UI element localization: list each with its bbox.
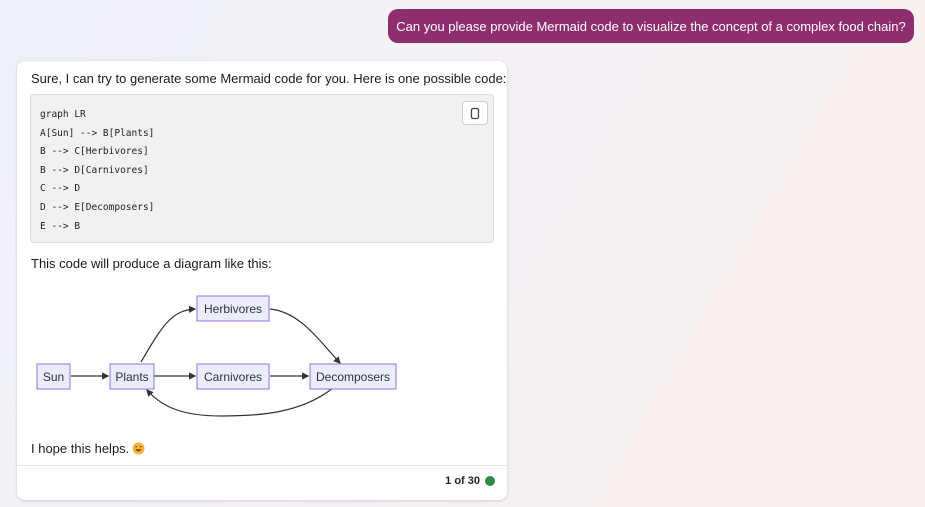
status-dot-icon (485, 476, 495, 486)
footer-divider (17, 465, 507, 466)
assistant-response-card: Sure, I can try to generate some Mermaid… (17, 61, 507, 500)
node-herbivores-label: Herbivores (204, 302, 262, 316)
node-sun-label: Sun (43, 370, 64, 384)
node-plants-label: Plants (115, 370, 148, 384)
response-intro: Sure, I can try to generate some Mermaid… (31, 71, 507, 86)
edge-herbivores-decomposers (269, 308, 341, 364)
code-block: graph LR A[Sun] --> B[Plants] B --> C[He… (30, 94, 494, 243)
response-footer: 1 of 30 (445, 475, 495, 487)
code-line: A[Sun] --> B[Plants] (40, 127, 155, 139)
food-chain-diagram: Sun Plants Herbivores Carnivores Decompo… (31, 288, 403, 424)
node-sun: Sun (36, 363, 71, 390)
node-herbivores: Herbivores (196, 295, 270, 322)
node-decomposers: Decomposers (309, 363, 397, 390)
code-lines: graph LR A[Sun] --> B[Plants] B --> C[He… (40, 106, 154, 236)
user-message-bubble: Can you please provide Mermaid code to v… (388, 9, 914, 43)
code-line: E --> B (40, 220, 81, 232)
code-line: C --> D (40, 183, 81, 195)
smile-emoji-icon (132, 442, 145, 455)
node-carnivores: Carnivores (196, 363, 270, 390)
node-decomposers-label: Decomposers (316, 370, 390, 384)
edge-plants-herbivores (140, 305, 197, 363)
user-message-text: Can you please provide Mermaid code to v… (396, 18, 906, 34)
code-line: B --> C[Herbivores] (40, 146, 149, 158)
closing-line: I hope this helps. (31, 441, 145, 456)
response-counter: 1 of 30 (445, 475, 480, 487)
node-carnivores-label: Carnivores (204, 370, 262, 384)
closing-text: I hope this helps. (31, 441, 130, 456)
code-line: B --> D[Carnivores] (40, 164, 149, 176)
code-line: graph LR (40, 109, 86, 120)
copy-icon (470, 107, 480, 119)
diagram-intro: This code will produce a diagram like th… (31, 256, 272, 271)
copy-code-button[interactable] (462, 101, 488, 125)
node-plants: Plants (109, 363, 155, 390)
code-line: D --> E[Decomposers] (40, 201, 155, 213)
edge-decomposers-plants (146, 387, 334, 417)
